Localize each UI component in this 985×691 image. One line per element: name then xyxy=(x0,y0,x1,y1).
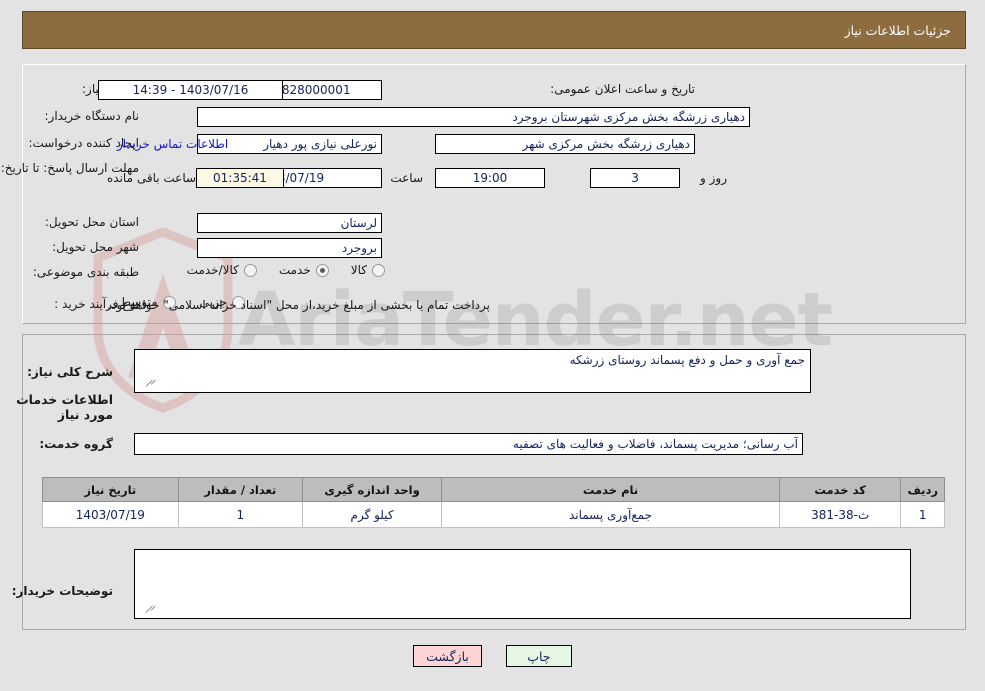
hour-label: ساعت xyxy=(390,171,423,185)
service-group-label: گروه خدمت: xyxy=(39,437,113,451)
resize-grip-icon[interactable] xyxy=(137,379,156,391)
province-label: استان محل تحویل: xyxy=(44,215,139,229)
col-quantity: تعداد / مقدار xyxy=(177,477,303,502)
services-table-wrapper: ردیف کد خدمت نام خدمت واحد اندازه گیری ت… xyxy=(42,477,945,528)
category-option-label: کالا/خدمت xyxy=(186,263,239,277)
purchase-note: پرداخت تمام یا بخشی از مبلغ خرید،از محل … xyxy=(107,298,490,312)
general-description-label: شرح کلی نیاز: xyxy=(27,365,113,379)
col-need-date: تاریخ نیاز xyxy=(42,477,179,502)
buyer-org-label: نام دستگاه خریدار: xyxy=(44,109,140,123)
countdown-timer: 01:35:41 xyxy=(196,168,284,188)
days-label: روز و xyxy=(700,171,727,185)
buyer-notes-textarea[interactable] xyxy=(134,549,911,619)
category-option-label: کالا xyxy=(350,263,367,277)
category-label: طبقه بندی موضوعی: xyxy=(32,265,139,279)
col-service-name: نام خدمت xyxy=(441,477,780,502)
table-row[interactable]: 1 ث-38-381 جمع‌آوری پسماند کیلو گرم 1 14… xyxy=(42,501,945,528)
col-unit: واحد اندازه گیری xyxy=(301,477,443,502)
need-info-panel xyxy=(22,64,966,324)
buyer-notes-label: توضیحات خریدار: xyxy=(11,584,113,598)
buyer-org-value: دهیاری زرشگه بخش مرکزی شهرستان بروجرد xyxy=(197,107,750,127)
cell-row-no: 1 xyxy=(900,501,945,528)
col-row-no: ردیف xyxy=(900,477,945,502)
hour-value: 19:00 xyxy=(435,168,545,188)
radio-kala[interactable] xyxy=(372,263,385,277)
cell-need-date: 1403/07/19 xyxy=(42,501,179,528)
remaining-days-value: 3 xyxy=(590,168,680,188)
action-button-bar: چاپ بازگشت xyxy=(0,645,985,667)
city-label: شهر محل تحویل: xyxy=(52,240,139,254)
page-title: جزئیات اطلاعات نیاز xyxy=(844,22,951,38)
category-option-kala[interactable]: کالا xyxy=(351,263,385,277)
cell-unit: کیلو گرم xyxy=(301,501,443,528)
city-value: بروجرد xyxy=(197,238,382,258)
col-service-code: کد خدمت xyxy=(778,477,902,502)
category-option-label: خدمت xyxy=(278,263,311,277)
announce-date-value: 1403/07/16 - 14:39 xyxy=(98,80,283,100)
radio-kala-khedmat[interactable] xyxy=(243,263,257,277)
resize-grip-icon[interactable] xyxy=(137,605,156,617)
requester-org-value: دهیاری زرشگه بخش مرکزی شهر xyxy=(435,134,695,154)
cell-service-code: ث-38-381 xyxy=(778,501,902,528)
category-option-khedmat[interactable]: خدمت xyxy=(279,263,329,277)
table-header-row: ردیف کد خدمت نام خدمت واحد اندازه گیری ت… xyxy=(42,477,945,502)
services-section-heading: اطلاعات خدمات مورد نیاز xyxy=(16,392,113,422)
services-table: ردیف کد خدمت نام خدمت واحد اندازه گیری ت… xyxy=(42,477,945,528)
general-description-textarea[interactable]: جمع آوری و حمل و دفع پسماند روستای زرشکه xyxy=(134,349,811,393)
cell-quantity: 1 xyxy=(177,501,303,528)
radio-khedmat[interactable] xyxy=(315,263,329,277)
category-option-kala-khedmat[interactable]: کالا/خدمت xyxy=(187,263,257,277)
category-radio-group: کالا خدمت کالا/خدمت xyxy=(187,263,385,277)
cell-service-name: جمع‌آوری پسماند xyxy=(441,501,780,528)
province-value: لرستان xyxy=(197,213,382,233)
announce-date-label: تاریخ و ساعت اعلان عمومی: xyxy=(550,82,695,96)
print-button[interactable]: چاپ xyxy=(505,645,572,667)
buyer-contact-link[interactable]: اطلاعات تماس خریدار xyxy=(117,137,228,151)
service-group-value: آب رسانی؛ مدیریت پسماند، فاضلاب و فعالیت… xyxy=(134,433,803,455)
general-description-value: جمع آوری و حمل و دفع پسماند روستای زرشکه xyxy=(569,353,805,367)
back-button[interactable]: بازگشت xyxy=(413,645,482,667)
remaining-hours-label: ساعت باقی مانده xyxy=(107,171,197,185)
page-header: جزئیات اطلاعات نیاز xyxy=(22,11,966,49)
